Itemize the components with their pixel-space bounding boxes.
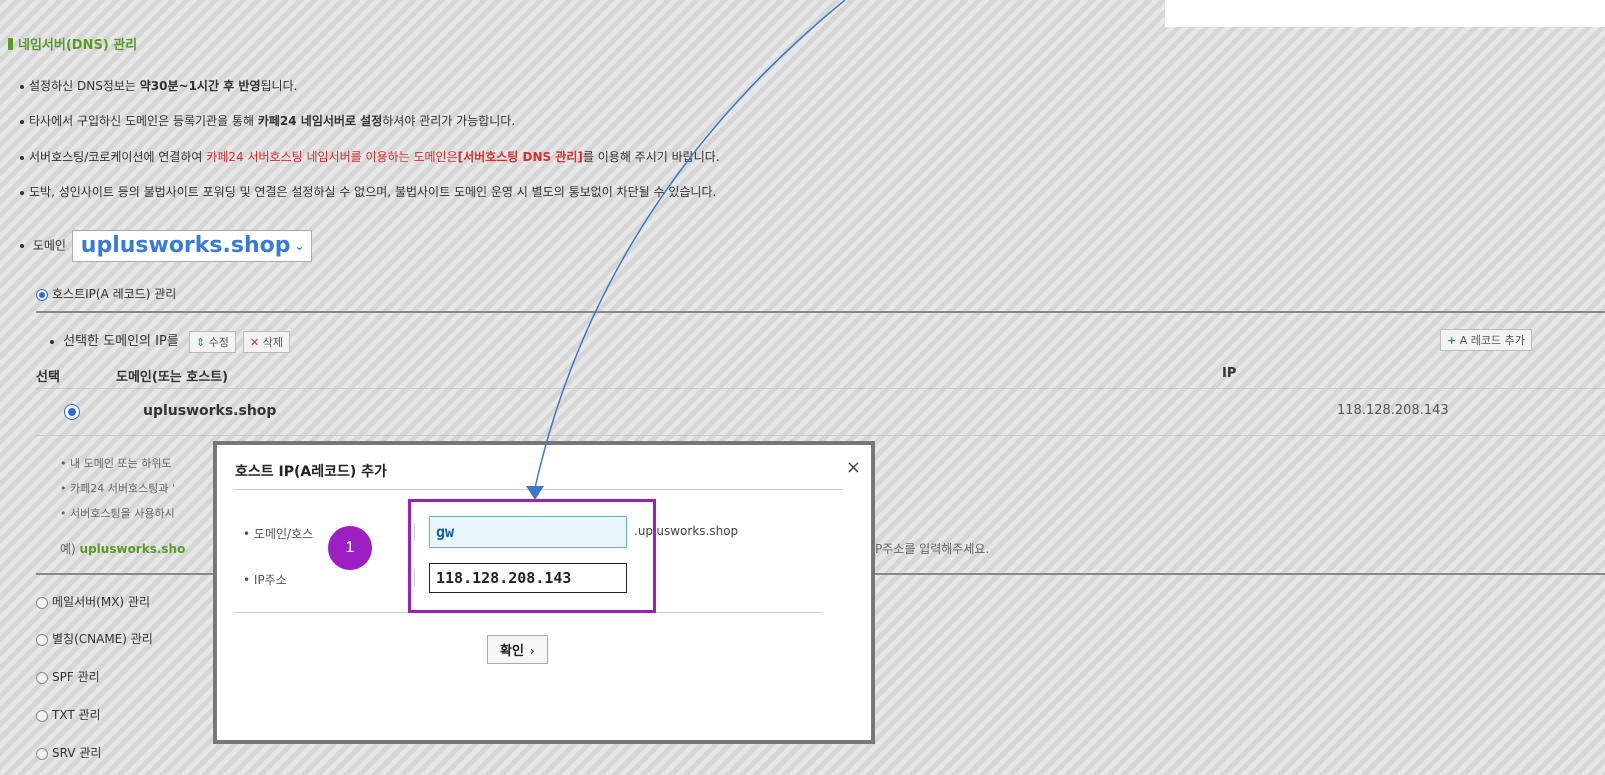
- annotation-arrow: [526, 0, 846, 500]
- arrow-line: [534, 0, 846, 489]
- arrow-head-icon: [526, 486, 544, 500]
